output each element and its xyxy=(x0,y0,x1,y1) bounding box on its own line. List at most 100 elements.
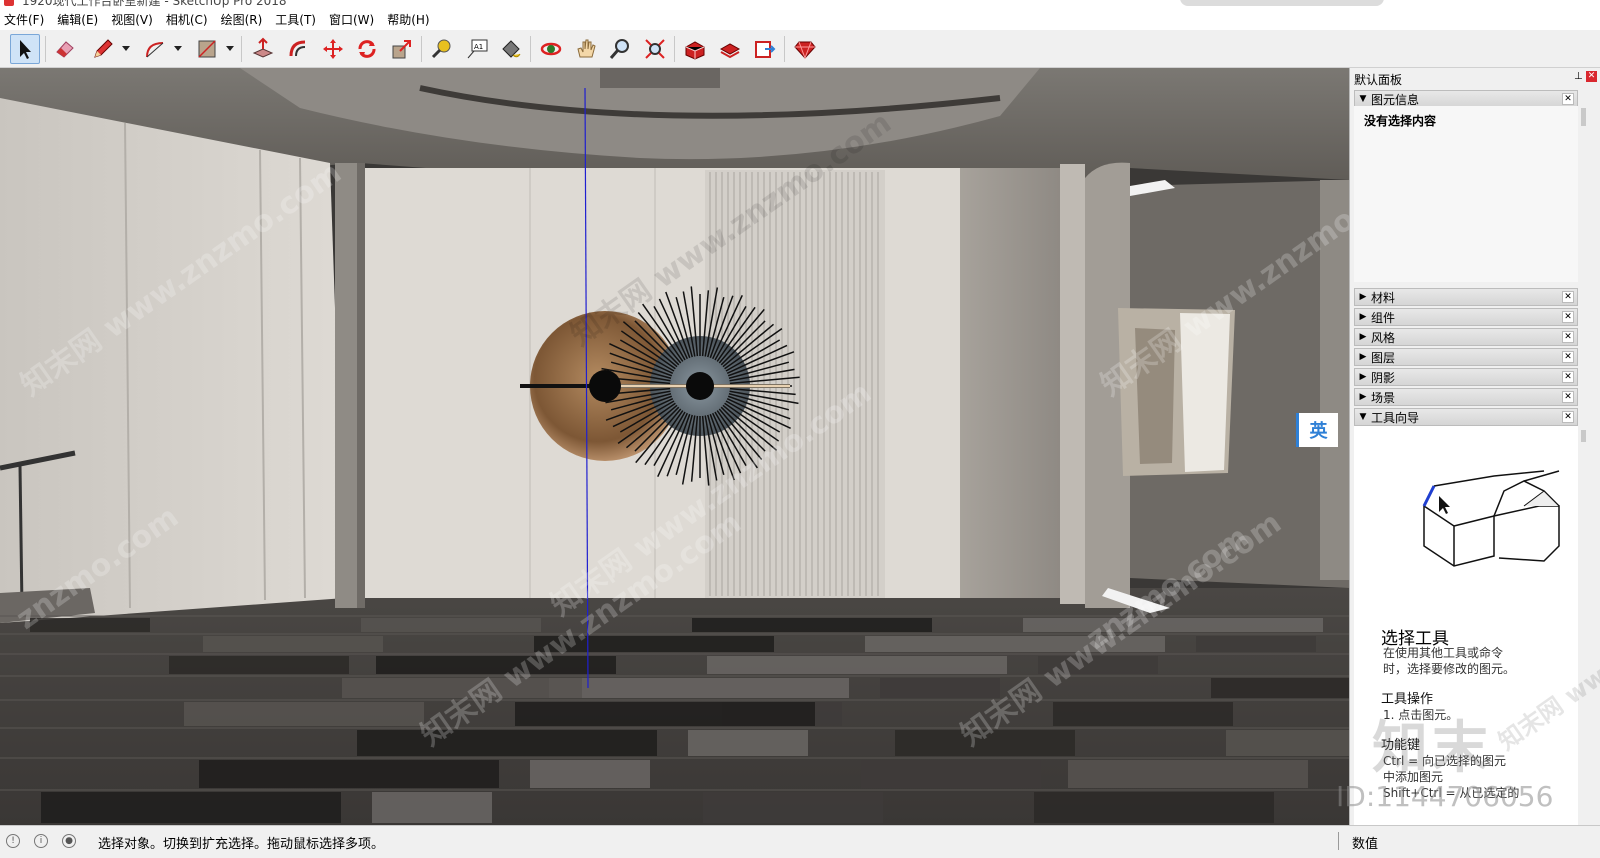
panel-materials-label: 材料 xyxy=(1371,290,1396,305)
rectangle-tool-dropdown[interactable] xyxy=(225,44,235,54)
floor-plank xyxy=(376,656,616,674)
pin-icon[interactable]: ⊥ xyxy=(1574,71,1583,82)
window-title: 1920现代工作台卧室新建 - SketchUp Pro 2018 xyxy=(22,0,287,8)
extension-icon xyxy=(719,43,741,59)
close-icon[interactable]: ✕ xyxy=(1562,291,1574,303)
entity-info-scrollbar[interactable] xyxy=(1579,106,1589,282)
close-icon[interactable]: ✕ xyxy=(1562,93,1574,105)
menu-help[interactable]: 帮助(H) xyxy=(387,11,429,28)
toolbar-separator xyxy=(241,36,242,62)
floor-plank xyxy=(534,636,774,652)
chevron-down-icon xyxy=(174,46,182,51)
panel-materials[interactable]: ▶ 材料 ✕ xyxy=(1354,288,1578,306)
floor-plank xyxy=(169,656,349,674)
floor-plank xyxy=(30,618,150,632)
triangle-right-icon: ▶ xyxy=(1359,352,1367,362)
tray-title: 默认面板 xyxy=(1354,73,1403,87)
floor-plank xyxy=(530,760,650,788)
panel-layers[interactable]: ▶ 图层 ✕ xyxy=(1354,348,1578,366)
push-pull-icon xyxy=(252,37,274,58)
floor-plank xyxy=(372,792,492,823)
panel-components-label: 组件 xyxy=(1371,310,1396,325)
offset-tool-button[interactable] xyxy=(283,34,313,64)
ime-language-badge[interactable]: 英 xyxy=(1296,413,1338,447)
extension-warehouse-tool-button[interactable] xyxy=(715,34,745,64)
toolbar-separator xyxy=(674,36,675,62)
line-tool-dropdown[interactable] xyxy=(121,44,131,54)
zoom-tool-button[interactable] xyxy=(605,34,635,64)
floor-plank xyxy=(688,730,808,756)
scrollbar-thumb[interactable] xyxy=(1581,108,1586,126)
status-hint-text: 选择对象。切换到扩充选择。拖动鼠标选择多项。 xyxy=(98,837,385,852)
eraser-icon xyxy=(56,41,74,58)
select-tool-button[interactable] xyxy=(10,34,40,64)
chevron-down-icon xyxy=(226,46,234,51)
taskbar-notification xyxy=(1180,0,1384,6)
move-tool-button[interactable] xyxy=(318,34,348,64)
close-icon[interactable]: ✕ xyxy=(1562,411,1574,423)
zoom-extents-tool-button[interactable] xyxy=(640,34,670,64)
status-separator xyxy=(1338,832,1339,850)
rotate-icon xyxy=(358,40,376,58)
scrollbar-thumb[interactable] xyxy=(1581,430,1586,442)
arc-tool-dropdown[interactable] xyxy=(173,44,183,54)
rotate-tool-button[interactable] xyxy=(352,34,382,64)
no-selection-message: 没有选择内容 xyxy=(1364,114,1437,128)
tape-measure-icon xyxy=(431,39,451,59)
close-icon[interactable]: ✕ xyxy=(1562,351,1574,363)
menu-bar: 文件(F) 编辑(E) 视图(V) 相机(C) 绘图(R) 工具(T) 窗口(W… xyxy=(0,8,1600,30)
tape-measure-tool-button[interactable] xyxy=(427,34,457,64)
menu-view[interactable]: 视图(V) xyxy=(111,11,153,28)
chevron-down-icon xyxy=(122,46,130,51)
panel-shadows[interactable]: ▶ 阴影 ✕ xyxy=(1354,368,1578,386)
floor-plank xyxy=(357,730,657,756)
tray-close-button[interactable]: ✕ xyxy=(1586,71,1597,82)
arc-tool-button[interactable] xyxy=(140,34,170,64)
floor-plank xyxy=(342,678,582,698)
menu-draw[interactable]: 绘图(R) xyxy=(221,11,263,28)
menu-edit[interactable]: 编辑(E) xyxy=(57,11,98,28)
pencil-icon xyxy=(94,39,113,58)
eraser-tool-button[interactable] xyxy=(50,34,80,64)
close-icon[interactable]: ✕ xyxy=(1562,391,1574,403)
push-pull-tool-button[interactable] xyxy=(248,34,278,64)
panel-scenes[interactable]: ▶ 场景 ✕ xyxy=(1354,388,1578,406)
floor-plank xyxy=(1211,678,1349,698)
user-icon[interactable]: ● xyxy=(62,834,76,848)
geo-location-icon[interactable]: ! xyxy=(6,834,20,848)
ruby-console-tool-button[interactable] xyxy=(790,34,820,64)
panel-styles-label: 风格 xyxy=(1371,330,1396,345)
panel-components[interactable]: ▶ 组件 ✕ xyxy=(1354,308,1578,326)
triangle-right-icon: ▶ xyxy=(1359,332,1367,342)
menu-window[interactable]: 窗口(W) xyxy=(329,11,374,28)
hand-icon xyxy=(577,39,596,58)
instructor-scrollbar[interactable] xyxy=(1579,426,1589,825)
floor-plank xyxy=(41,792,341,823)
orbit-tool-button[interactable] xyxy=(536,34,566,64)
measurements-input[interactable] xyxy=(1390,830,1594,852)
menu-tools[interactable]: 工具(T) xyxy=(275,11,316,28)
floor-plank xyxy=(1226,730,1349,756)
line-tool-button[interactable] xyxy=(88,34,118,64)
model-viewport[interactable]: 知末网 www.znzmo.com znzmo.com 知末网 www.znzm… xyxy=(0,68,1349,825)
layout-send-tool-button[interactable] xyxy=(750,34,780,64)
paint-bucket-tool-button[interactable] xyxy=(496,34,526,64)
scale-tool-button[interactable] xyxy=(387,34,417,64)
text-tool-button[interactable]: A1 xyxy=(462,34,492,64)
toolbar-separator xyxy=(45,36,46,62)
close-icon[interactable]: ✕ xyxy=(1562,371,1574,383)
warehouse-tool-button[interactable] xyxy=(680,34,710,64)
panel-instructor[interactable]: ▼ 工具向导 ✕ xyxy=(1354,408,1578,426)
measurements-label: 数值 xyxy=(1352,837,1379,852)
zoom-extents-icon xyxy=(645,39,665,59)
pan-tool-button[interactable] xyxy=(571,34,601,64)
panel-styles[interactable]: ▶ 风格 ✕ xyxy=(1354,328,1578,346)
close-icon[interactable]: ✕ xyxy=(1562,311,1574,323)
panel-scenes-label: 场景 xyxy=(1371,390,1396,405)
panel-layers-label: 图层 xyxy=(1371,350,1396,365)
menu-file[interactable]: 文件(F) xyxy=(4,11,44,28)
credits-icon[interactable]: i xyxy=(34,834,48,848)
rectangle-tool-button[interactable] xyxy=(192,34,222,64)
menu-camera[interactable]: 相机(C) xyxy=(166,11,208,28)
close-icon[interactable]: ✕ xyxy=(1562,331,1574,343)
